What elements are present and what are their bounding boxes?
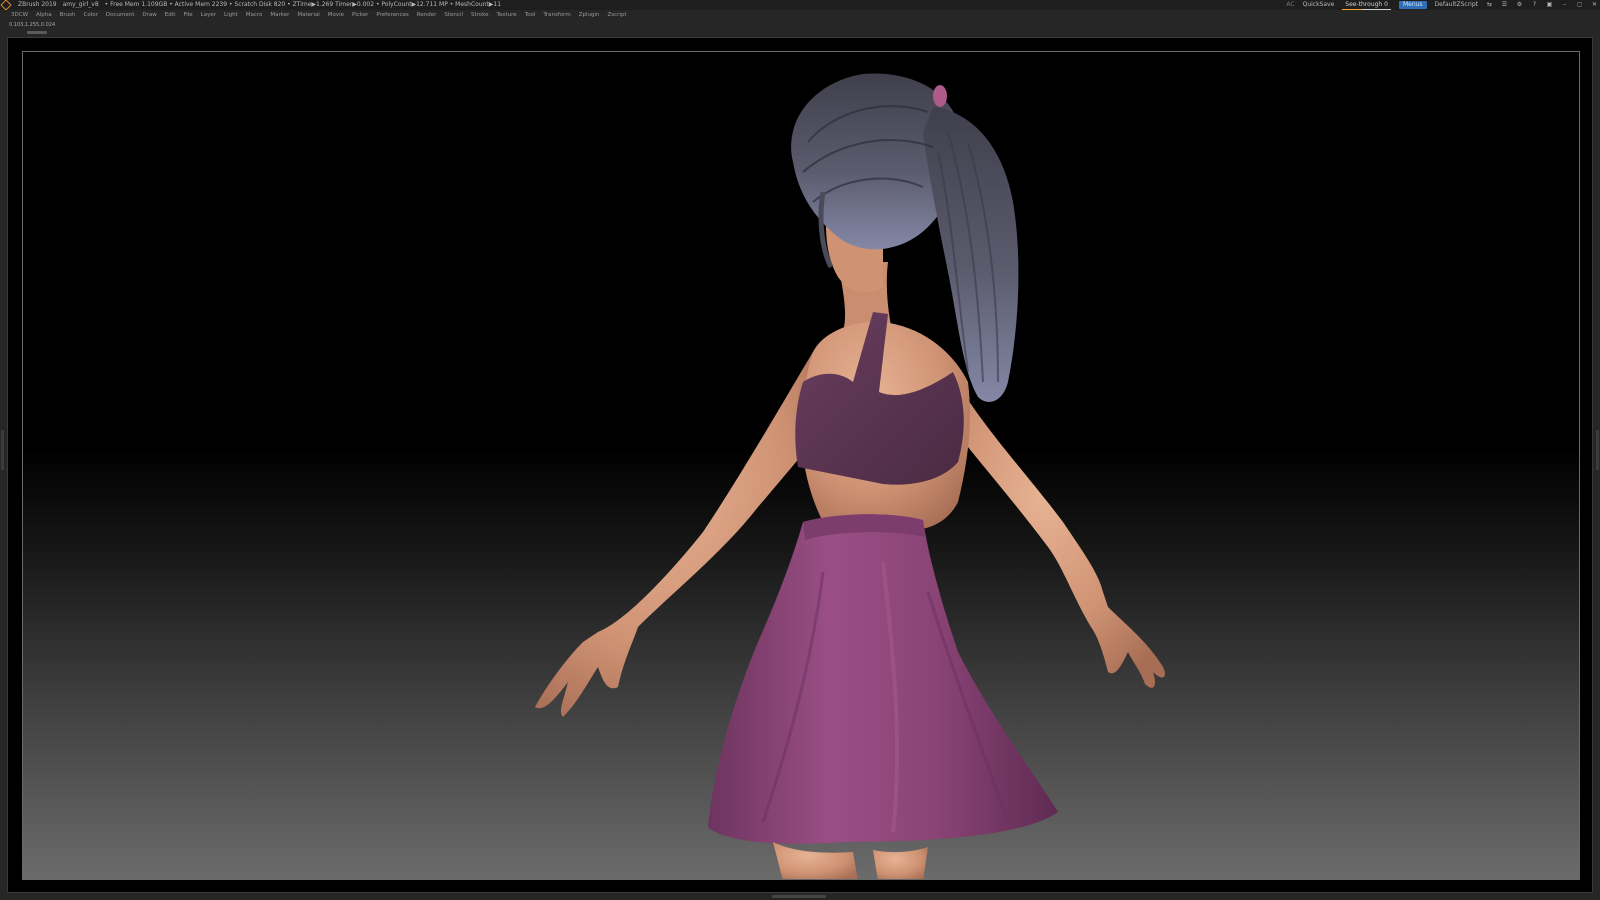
hair-tie [933, 85, 947, 107]
menu-alpha[interactable]: Alpha [32, 10, 56, 20]
menu-texture[interactable]: Texture [493, 10, 521, 20]
zbrush-logo-icon [0, 0, 12, 10]
cursor-coordinates: 0.103,1.255,0.024 [9, 22, 56, 28]
menu-file[interactable]: File [179, 10, 196, 20]
menu-picker[interactable]: Picker [348, 10, 372, 20]
quicksave-button[interactable]: QuickSave [1303, 0, 1335, 10]
crop-top [795, 312, 964, 485]
memory-stats: • Free Mem 1.109GB • Active Mem 2239 • S… [104, 1, 502, 8]
close-icon[interactable]: ✕ [1591, 0, 1598, 10]
menu-stencil[interactable]: Stencil [440, 10, 467, 20]
menu-document[interactable]: Document [102, 10, 139, 20]
see-through-slider[interactable]: See-through 0 [1342, 1, 1391, 10]
menu-bar: 3DCW Alpha Brush Color Document Draw Edi… [0, 10, 1600, 20]
title-bar: ZBrush 2019 amy_girl_v8 • Free Mem 1.109… [0, 0, 1600, 10]
menu-color[interactable]: Color [80, 10, 102, 20]
menu-draw[interactable]: Draw [138, 10, 160, 20]
ac-button[interactable]: AC [1286, 0, 1294, 10]
menu-zplugin[interactable]: Zplugin [575, 10, 604, 20]
document-canvas[interactable] [7, 37, 1593, 893]
menu-macro[interactable]: Macro [242, 10, 267, 20]
right-tray-handle[interactable] [1596, 430, 1599, 470]
palette-icon[interactable]: ☰ [1501, 0, 1508, 10]
see-through-label: See-through 0 [1345, 0, 1388, 8]
menu-light[interactable]: Light [220, 10, 242, 20]
layout-icon[interactable]: ⇆ [1486, 0, 1493, 10]
right-leg [873, 847, 928, 879]
menu-transform[interactable]: Transform [539, 10, 574, 20]
menu-layer[interactable]: Layer [197, 10, 220, 20]
restore-icon[interactable]: ◻ [1576, 0, 1583, 10]
tools-icon[interactable]: ⚙ [1516, 0, 1523, 10]
menu-3dcw[interactable]: 3DCW [7, 10, 32, 20]
right-arm [963, 392, 1165, 688]
menus-button[interactable]: Menus [1398, 1, 1427, 9]
menu-movie[interactable]: Movie [324, 10, 348, 20]
minimize-icon[interactable]: – [1561, 0, 1568, 10]
default-zscript-button[interactable]: DefaultZScript [1435, 0, 1478, 10]
help-icon[interactable]: ? [1531, 0, 1538, 10]
zbrush-window: ZBrush 2019 amy_girl_v8 • Free Mem 1.109… [0, 0, 1600, 900]
menu-stroke[interactable]: Stroke [467, 10, 493, 20]
menu-edit[interactable]: Edit [161, 10, 180, 20]
menu-render[interactable]: Render [413, 10, 441, 20]
legs [773, 842, 858, 879]
menu-tool[interactable]: Tool [521, 10, 540, 20]
left-tray-handle[interactable] [1, 430, 4, 470]
document-name: amy_girl_v8 [62, 1, 99, 8]
lock-icon[interactable]: ▣ [1546, 0, 1553, 10]
menu-preferences[interactable]: Preferences [372, 10, 412, 20]
bottom-tray-handle[interactable] [772, 895, 826, 898]
app-name: ZBrush 2019 [18, 1, 57, 8]
menu-material[interactable]: Material [293, 10, 323, 20]
top-shelf-handle[interactable] [27, 31, 47, 34]
sculpt-render [535, 73, 1165, 879]
menu-marker[interactable]: Marker [266, 10, 293, 20]
viewport[interactable] [22, 51, 1580, 880]
info-row: 0.103,1.255,0.024 [0, 20, 1600, 37]
menu-brush[interactable]: Brush [56, 10, 80, 20]
menu-zscript[interactable]: Zscript [603, 10, 630, 20]
